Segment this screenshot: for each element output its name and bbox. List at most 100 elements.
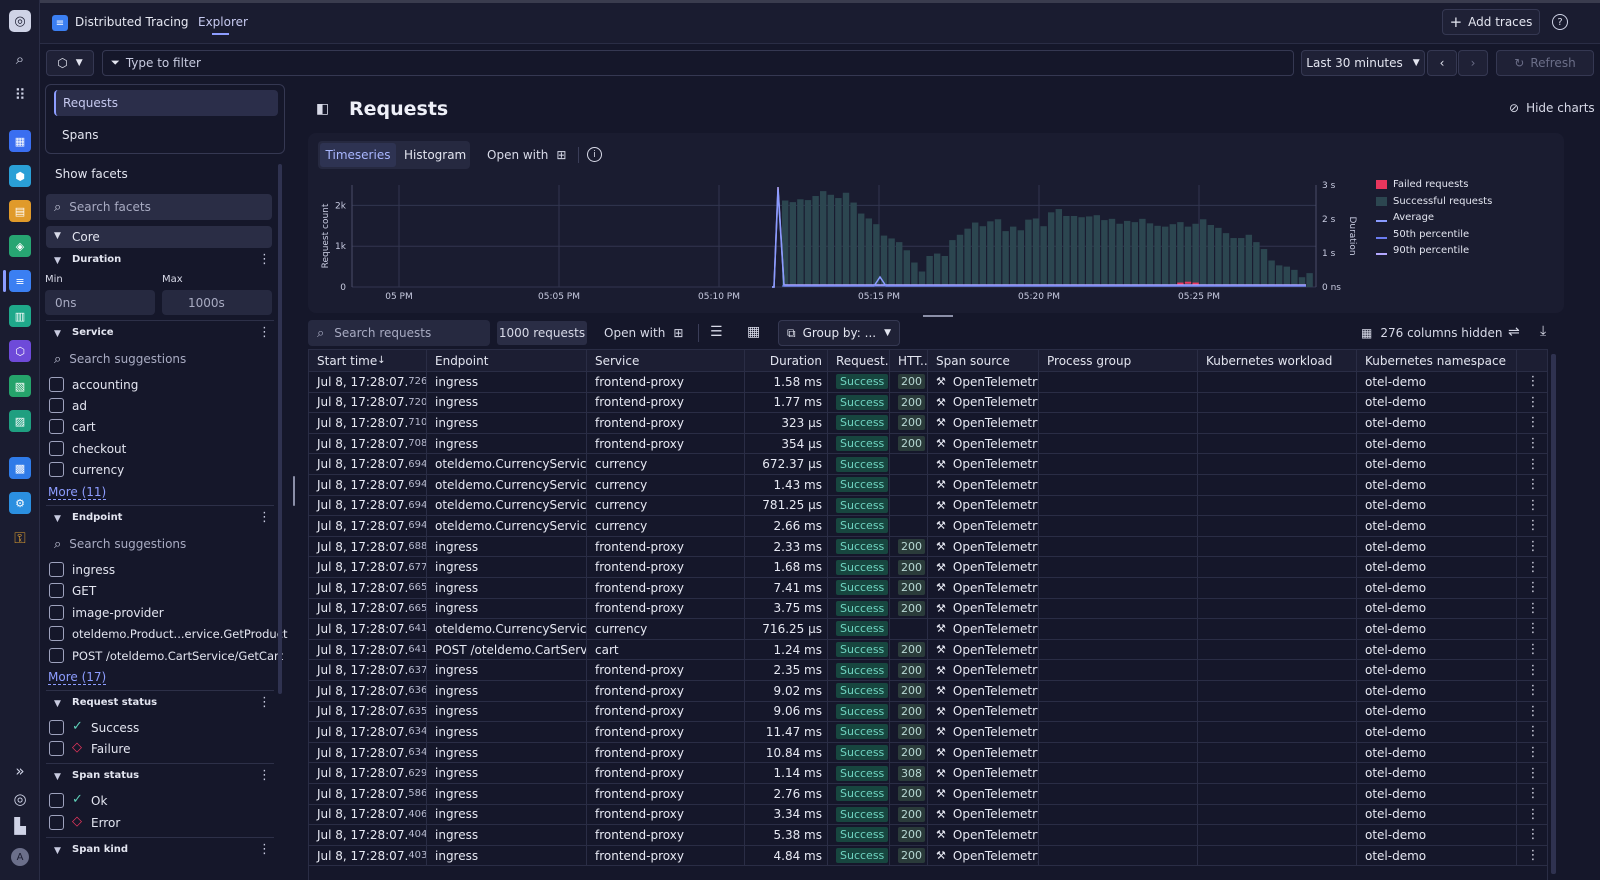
checkbox[interactable] <box>49 720 64 735</box>
logs-app-icon[interactable]: ▤ <box>9 200 31 222</box>
service-search-input[interactable]: ⌕ Search suggestions <box>46 346 272 372</box>
sort-desc-icon[interactable]: ↓ <box>377 355 385 366</box>
row-actions[interactable]: ⋮ <box>1517 784 1547 804</box>
column-header[interactable]: HTT... <box>890 350 928 371</box>
column-header[interactable]: Kubernetes namespace <box>1357 350 1517 371</box>
toggle-sidebar-icon[interactable]: ◧ <box>316 101 329 117</box>
table-row[interactable]: Jul 8, 17:28:07. 637 ingress frontend-proxy… <box>309 660 1547 681</box>
legend-p90[interactable]: 90th percentile <box>1376 245 1469 256</box>
dynatrace-logo-icon[interactable]: ◎ <box>9 10 31 32</box>
row-actions[interactable]: ⋮ <box>1517 516 1547 536</box>
download-icon[interactable]: ⤓ <box>1540 323 1546 339</box>
row-actions[interactable]: ⋮ <box>1517 413 1547 433</box>
chevron-down-icon[interactable]: ▼ <box>54 329 61 339</box>
column-header[interactable]: Endpoint <box>427 350 587 371</box>
table-row[interactable]: Jul 8, 17:28:07. 636 ingress frontend-proxy… <box>309 681 1547 702</box>
resize-handle[interactable] <box>293 476 295 506</box>
table-row[interactable]: Jul 8, 17:28:07. 586 ingress frontend-proxy… <box>309 784 1547 805</box>
column-header[interactable]: Process group <box>1039 350 1198 371</box>
row-actions[interactable]: ⋮ <box>1517 372 1547 392</box>
info-icon[interactable]: i <box>587 147 602 162</box>
legend-failed[interactable]: Failed requests <box>1376 179 1468 190</box>
table-row[interactable]: Jul 8, 17:28:07. 629 ingress frontend-proxy… <box>309 763 1547 784</box>
column-header[interactable]: Request... <box>828 350 890 371</box>
checkbox[interactable] <box>49 462 64 477</box>
checkbox[interactable] <box>49 377 64 392</box>
legend-successful[interactable]: Successful requests <box>1376 196 1492 207</box>
more-options-icon[interactable]: ⋮ <box>258 842 271 857</box>
chevron-down-icon[interactable]: ▼ <box>54 846 61 856</box>
row-actions[interactable]: ⋮ <box>1517 640 1547 660</box>
table-row[interactable]: Jul 8, 17:28:07. 688 ingress frontend-proxy… <box>309 536 1547 558</box>
column-header[interactable]: Kubernetes workload <box>1198 350 1357 371</box>
table-row[interactable]: Jul 8, 17:28:07. 635 ingress frontend-proxy… <box>309 701 1547 723</box>
table-scrollbar[interactable] <box>1551 354 1556 874</box>
row-actions[interactable]: ⋮ <box>1517 805 1547 825</box>
reports-app-icon[interactable]: ▧ <box>9 375 31 397</box>
table-row[interactable]: Jul 8, 17:28:07. 677 ingress frontend-proxy… <box>309 557 1547 578</box>
row-actions[interactable]: ⋮ <box>1517 702 1547 722</box>
nav-requests[interactable]: Requests <box>54 90 278 116</box>
table-row[interactable]: Jul 8, 17:28:07. 665 ingress frontend-proxy… <box>309 598 1547 620</box>
checkbox[interactable] <box>49 626 64 641</box>
infrastructure-app-icon[interactable]: ⬢ <box>9 165 31 187</box>
search-icon[interactable]: ⌕ <box>9 48 31 70</box>
table-row[interactable]: Jul 8, 17:28:07. 694 oteldemo.CurrencyServ… <box>309 475 1547 496</box>
duration-min-input[interactable]: 0ns <box>45 290 155 315</box>
table-row[interactable]: Jul 8, 17:28:07. 710 ingress frontend-proxy… <box>309 413 1547 434</box>
table-row[interactable]: Jul 8, 17:28:07. 694 oteldemo.CurrencyServ… <box>309 454 1547 475</box>
table-row[interactable]: Jul 8, 17:28:07. 403 ingress frontend-proxy… <box>309 845 1547 867</box>
row-actions[interactable]: ⋮ <box>1517 743 1547 763</box>
table-row[interactable]: Jul 8, 17:28:07. 634 ingress frontend-proxy… <box>309 742 1547 764</box>
row-actions[interactable]: ⋮ <box>1517 619 1547 639</box>
endpoint-more-link[interactable]: More (17) <box>48 671 107 685</box>
checkbox[interactable] <box>49 562 64 577</box>
filter-input[interactable]: ⏷ Type to filter <box>102 50 1294 76</box>
hide-charts-button[interactable]: ⊘ Hide charts <box>1509 101 1595 115</box>
row-actions[interactable]: ⋮ <box>1517 434 1547 454</box>
chevron-down-icon[interactable]: ▼ <box>54 772 61 782</box>
nav-spans[interactable]: Spans <box>62 128 98 142</box>
dashboards-app-icon[interactable]: ▦ <box>9 130 31 152</box>
database-app-icon[interactable]: ▩ <box>9 457 31 479</box>
settings-app-icon[interactable]: ⚙ <box>9 492 31 514</box>
table-row[interactable]: Jul 8, 17:28:07. 406 ingress frontend-proxy… <box>309 804 1547 826</box>
tab-histogram[interactable]: Histogram <box>404 148 466 162</box>
row-actions[interactable]: ⋮ <box>1517 393 1547 413</box>
list-view-icon[interactable]: ☰ <box>710 324 723 340</box>
checkbox[interactable] <box>49 815 64 830</box>
sidebar-scrollbar[interactable] <box>278 164 282 694</box>
table-row[interactable]: Jul 8, 17:28:07. 634 ingress frontend-proxy… <box>309 722 1547 743</box>
row-actions[interactable]: ⋮ <box>1517 537 1547 557</box>
more-options-icon[interactable]: ⋮ <box>258 695 271 710</box>
notebooks-app-icon[interactable]: ▥ <box>9 305 31 327</box>
table-row[interactable]: Jul 8, 17:28:07. 665 ingress frontend-proxy… <box>309 578 1547 599</box>
search-facets-input[interactable]: ⌕ Search facets <box>46 194 272 220</box>
column-header[interactable]: Start time ↓ <box>309 350 427 371</box>
timeframe-selector[interactable]: Last 30 minutes ▼ <box>1301 50 1425 76</box>
checkbox[interactable] <box>49 605 64 620</box>
timeframe-next-button[interactable]: › <box>1458 50 1488 76</box>
table-row[interactable]: Jul 8, 17:28:07. 708 ingress frontend-proxy… <box>309 433 1547 455</box>
table-row[interactable]: Jul 8, 17:28:07. 694 oteldemo.CurrencyServ… <box>309 516 1547 537</box>
table-open-with-button[interactable]: Open with ⊞ <box>604 326 683 340</box>
duration-max-input[interactable]: 1000s <box>162 290 272 315</box>
analytics-icon[interactable]: ▙ <box>9 815 31 837</box>
chart-resize-handle[interactable] <box>923 315 953 317</box>
row-actions[interactable]: ⋮ <box>1517 496 1547 516</box>
checkbox[interactable] <box>49 441 64 456</box>
checkbox[interactable] <box>49 793 64 808</box>
table-view-icon[interactable]: ▦ <box>747 324 760 340</box>
table-row[interactable]: Jul 8, 17:28:07. 641 oteldemo.CurrencyServ… <box>309 619 1547 640</box>
row-actions[interactable]: ⋮ <box>1517 578 1547 598</box>
help-icon[interactable]: ? <box>1552 14 1568 30</box>
chevron-down-icon[interactable]: ▼ <box>54 699 61 709</box>
more-options-icon[interactable]: ⋮ <box>258 252 271 267</box>
timeframe-prev-button[interactable]: ‹ <box>1427 50 1457 76</box>
row-actions[interactable]: ⋮ <box>1517 825 1547 845</box>
columns-hidden-button[interactable]: ▦ 276 columns hidden <box>1361 326 1502 340</box>
row-actions[interactable]: ⋮ <box>1517 475 1547 495</box>
column-header[interactable]: Duration <box>745 350 828 371</box>
row-actions[interactable]: ⋮ <box>1517 599 1547 619</box>
checkbox[interactable] <box>49 419 64 434</box>
